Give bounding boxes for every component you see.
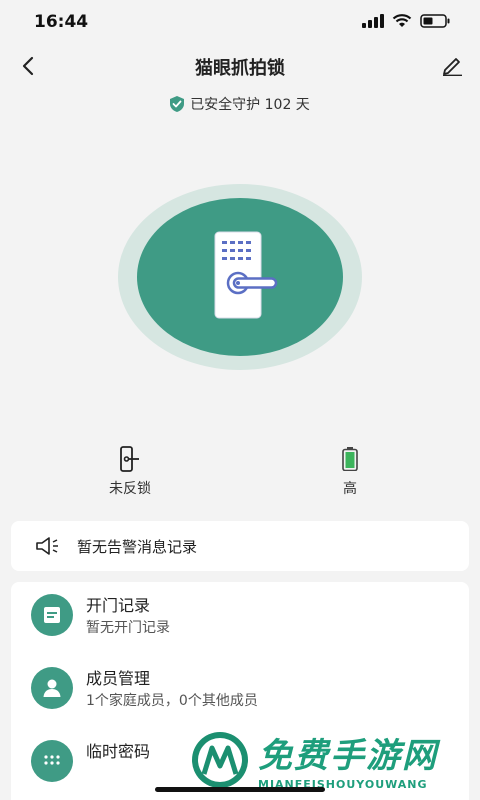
menu-item-subtitle: 暂无开门记录 — [86, 620, 170, 636]
door-lock-icon — [120, 446, 139, 472]
home-indicator[interactable] — [155, 787, 325, 792]
status-icons — [362, 14, 450, 28]
battery-status-icon — [420, 14, 450, 28]
signal-icon — [362, 14, 384, 28]
guard-banner: 已安全守护 102 天 — [0, 94, 480, 114]
menu-item-subtitle: 1个家庭成员，0个其他成员 — [86, 693, 258, 709]
smart-lock-icon — [214, 231, 278, 319]
record-icon — [31, 594, 73, 636]
battery-icon — [342, 447, 358, 471]
person-icon — [31, 667, 73, 709]
battery-label: 高 — [343, 481, 357, 497]
wifi-icon — [392, 14, 412, 27]
guard-text: 已安全守护 102 天 — [190, 97, 310, 113]
pencil-icon — [443, 58, 462, 76]
menu-item-title: 成员管理 — [86, 669, 151, 688]
status-time: 16:44 — [34, 12, 89, 32]
edit-button[interactable] — [438, 52, 466, 80]
lock-state-status: 未反锁 — [90, 446, 170, 498]
lock-state-label: 未反锁 — [109, 481, 151, 497]
shield-check-icon — [170, 96, 185, 112]
menu-item-unlock-records[interactable]: 开门记录 暂无开门记录 — [11, 582, 469, 646]
menu-item-member-management[interactable]: 成员管理 1个家庭成员，0个其他成员 — [11, 655, 469, 719]
battery-status: 高 — [310, 446, 390, 498]
watermark-logo-icon — [192, 732, 248, 788]
speaker-icon — [36, 537, 58, 555]
menu-item-title: 临时密码 — [86, 742, 151, 761]
page-title: 猫眼抓拍锁 — [195, 58, 285, 79]
alert-text: 暂无告警消息记录 — [77, 537, 198, 556]
watermark-title: 免费手游网 — [258, 736, 438, 776]
menu-item-title: 开门记录 — [86, 596, 151, 615]
keypad-icon — [31, 740, 73, 782]
nav-header: 猫眼抓拍锁 — [0, 44, 480, 88]
alert-card[interactable]: 暂无告警消息记录 — [11, 521, 469, 571]
status-bar: 16:44 — [0, 0, 480, 44]
